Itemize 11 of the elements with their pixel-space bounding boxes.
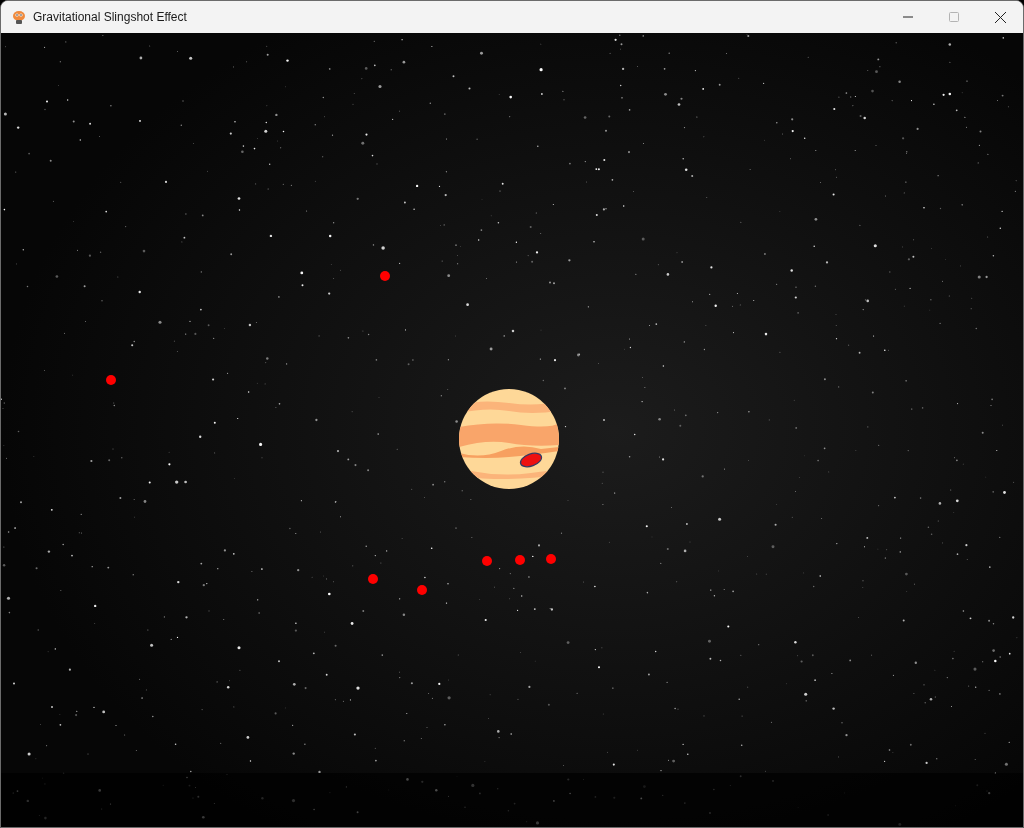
app-icon (11, 9, 27, 25)
projectile-dot (515, 555, 525, 565)
projectile-dot (106, 375, 116, 385)
projectile-dot (368, 574, 378, 584)
close-icon (994, 11, 1006, 23)
projectile-dot (380, 271, 390, 281)
projectile-dot (482, 556, 492, 566)
window-title: Gravitational Slingshot Effect (33, 10, 188, 24)
projectile-dot (546, 554, 556, 564)
projectile-dot (417, 585, 427, 595)
maximize-icon (949, 12, 959, 22)
